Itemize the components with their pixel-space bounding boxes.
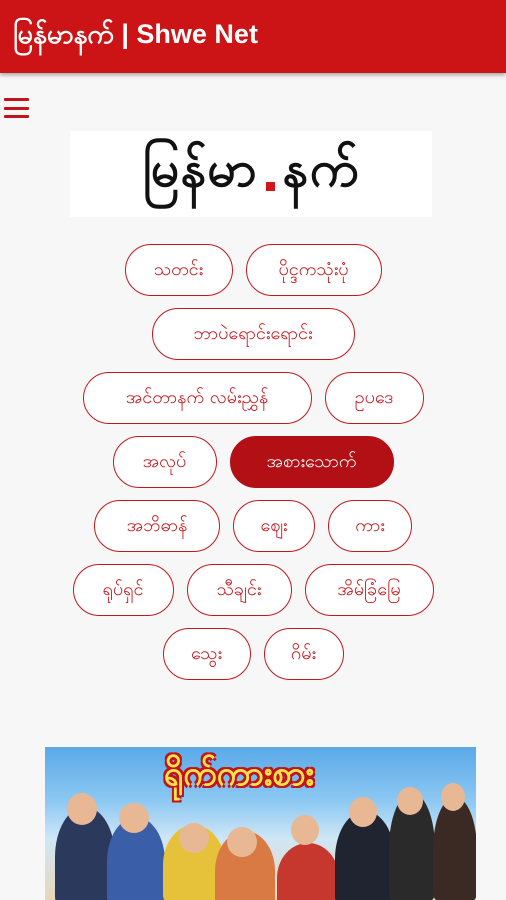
category-food-button[interactable]: အစားသောက် [229, 436, 394, 488]
category-law-button[interactable]: ဥပဒေ [324, 372, 424, 424]
banner-figure [277, 843, 339, 900]
banner-face [67, 793, 97, 825]
category-row: ဘာပဲရောင်းရောင်း [0, 308, 506, 360]
banner-face [397, 787, 423, 815]
category-news-button[interactable]: သတင်း [124, 244, 233, 296]
menu-line [4, 98, 29, 101]
category-games-button[interactable]: ဂိမ်း [263, 628, 344, 680]
category-blood-button[interactable]: သွေး [162, 628, 251, 680]
category-row: ရုပ်ရှင် သီချင်း အိမ်ခြံမြေ [0, 564, 506, 616]
menu-line [4, 115, 29, 118]
app-title: မြန်မာနက် | Shwe Net [13, 18, 258, 49]
banner-face [119, 803, 149, 833]
site-logo[interactable]: မြန်မာ နက် [70, 131, 432, 217]
app-bar: မြန်မာနက် | Shwe Net [0, 0, 506, 73]
category-songs-button[interactable]: သီချင်း [186, 564, 292, 616]
category-row: အင်တာနက် လမ်းညွှန် ဥပဒေ [0, 372, 506, 424]
category-real-estate-button[interactable]: အိမ်ခြံမြေ [304, 564, 434, 616]
category-row: အလုပ် အစားသောက် [0, 436, 506, 488]
banner-figure [433, 797, 476, 900]
category-movies-button[interactable]: ရုပ်ရှင် [72, 564, 174, 616]
category-row: သွေး ဂိမ်း [0, 628, 506, 680]
logo-text: မြန်မာ နက် [143, 138, 360, 211]
banner-face [441, 783, 465, 811]
banner-face [227, 827, 257, 857]
category-row: အဘိဓာန် ဈေး ကား [0, 500, 506, 552]
banner-face [179, 823, 209, 853]
banner-face [291, 815, 319, 845]
category-internet-guide-button[interactable]: အင်တာနက် လမ်းညွှန် [82, 372, 312, 424]
category-encyclopedia-button[interactable]: ပိုင္ဒကသုံးပုံ [245, 244, 382, 296]
category-dictionary-button[interactable]: အဘိဓာန် [94, 500, 220, 552]
logo-dot [265, 181, 275, 191]
category-list: သတင်း ပိုင္ဒကသုံးပုံ ဘာပဲရောင်းရောင်း အင… [0, 244, 506, 692]
category-buy-sell-button[interactable]: ဘာပဲရောင်းရောင်း [151, 308, 355, 360]
category-market-button[interactable]: ဈေး [233, 500, 315, 552]
category-row: သတင်း ပိုင္ဒကသုံးပုံ [0, 244, 506, 296]
logo-left: မြန်မာ [142, 139, 258, 198]
hamburger-menu-icon[interactable] [4, 96, 30, 120]
menu-line [4, 106, 29, 110]
logo-right: နက် [282, 139, 360, 198]
promo-banner[interactable]: ရိုက်ကားစား [45, 747, 476, 900]
category-jobs-button[interactable]: အလုပ် [112, 436, 217, 488]
category-cars-button[interactable]: ကား [328, 500, 412, 552]
banner-title: ရိုက်ကားစား [163, 754, 315, 794]
banner-face [349, 797, 377, 827]
